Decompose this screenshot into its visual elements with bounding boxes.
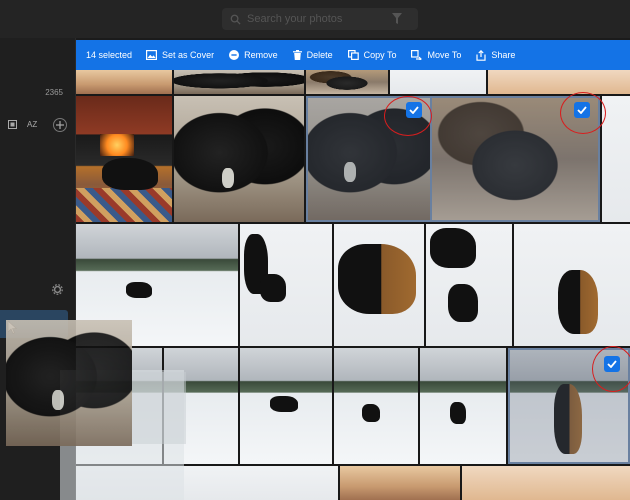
minus-circle-icon	[229, 50, 240, 60]
annotation-circle	[560, 92, 606, 134]
remove-label: Remove	[244, 50, 278, 60]
photo-tile[interactable]	[488, 70, 630, 94]
dog	[260, 274, 286, 302]
drag-preview-stack	[130, 372, 186, 444]
dog-chest-patch	[222, 168, 234, 188]
dog	[558, 270, 598, 334]
dog	[270, 396, 298, 412]
search-icon	[230, 14, 241, 25]
set-as-cover-label: Set as Cover	[162, 50, 215, 60]
photo-tile[interactable]	[240, 348, 332, 464]
photo-tile[interactable]	[602, 96, 630, 222]
photo-tile[interactable]	[390, 70, 486, 94]
dog-chest-patch	[52, 390, 64, 410]
photo-tile[interactable]	[76, 96, 172, 222]
photo-tile[interactable]	[334, 348, 418, 464]
selection-action-bar: 14 selected Set as Cover Remove Delete C…	[76, 40, 630, 70]
share-button[interactable]: Share	[476, 49, 516, 61]
photo-app-window: Search your photos 2365 AZ 14 selected S…	[0, 0, 630, 500]
dog	[102, 158, 158, 190]
selected-count: 14 selected	[86, 50, 133, 60]
photo-tile[interactable]	[462, 466, 630, 500]
dog	[430, 228, 476, 268]
move-to-label: Move To	[427, 50, 462, 60]
view-icon[interactable]	[8, 120, 17, 129]
photo-tile[interactable]	[174, 70, 304, 94]
share-icon	[476, 49, 486, 61]
annotation-circle	[384, 96, 432, 136]
image-icon	[146, 50, 158, 60]
search-box[interactable]: Search your photos	[222, 8, 418, 30]
sidebar-toolbar: AZ	[8, 120, 37, 129]
copy-icon	[347, 50, 359, 60]
photo-tile[interactable]	[420, 348, 506, 464]
trash-icon	[292, 50, 302, 60]
photo-tile[interactable]	[334, 224, 424, 346]
dog	[126, 282, 152, 298]
drag-preview-photo	[6, 320, 132, 446]
photo-tile[interactable]	[174, 96, 304, 222]
dog	[554, 384, 582, 454]
remove-button[interactable]: Remove	[229, 50, 278, 60]
delete-button[interactable]: Delete	[292, 50, 333, 60]
top-bar: Search your photos	[0, 0, 630, 38]
annotation-circle	[592, 346, 630, 392]
search-placeholder: Search your photos	[247, 13, 343, 25]
fireplace	[100, 134, 134, 156]
plus-icon	[56, 121, 64, 129]
dog	[362, 404, 380, 422]
dog-chest-patch	[344, 162, 356, 182]
dog	[448, 284, 478, 322]
delete-label: Delete	[306, 50, 333, 60]
photo-tile[interactable]	[240, 224, 332, 346]
dog	[450, 402, 466, 424]
photo-count: 2365	[45, 88, 63, 97]
photo-tile[interactable]	[426, 224, 512, 346]
rug	[76, 188, 172, 222]
move-icon	[411, 50, 423, 60]
photo-tile[interactable]	[514, 224, 630, 346]
gear-icon[interactable]	[52, 284, 63, 295]
share-label: Share	[491, 50, 516, 60]
add-album-button[interactable]	[53, 118, 67, 132]
photo-tile[interactable]	[306, 70, 388, 94]
set-as-cover-button[interactable]: Set as Cover	[146, 50, 214, 60]
copy-to-button[interactable]: Copy To	[347, 50, 397, 60]
copy-to-label: Copy To	[363, 50, 397, 60]
dog	[338, 244, 416, 314]
move-to-button[interactable]: Move To	[411, 50, 461, 60]
sort-az-button[interactable]: AZ	[27, 120, 37, 129]
photo-tile[interactable]	[76, 70, 172, 94]
filter-icon[interactable]	[392, 13, 402, 24]
photo-tile[interactable]	[340, 466, 460, 500]
